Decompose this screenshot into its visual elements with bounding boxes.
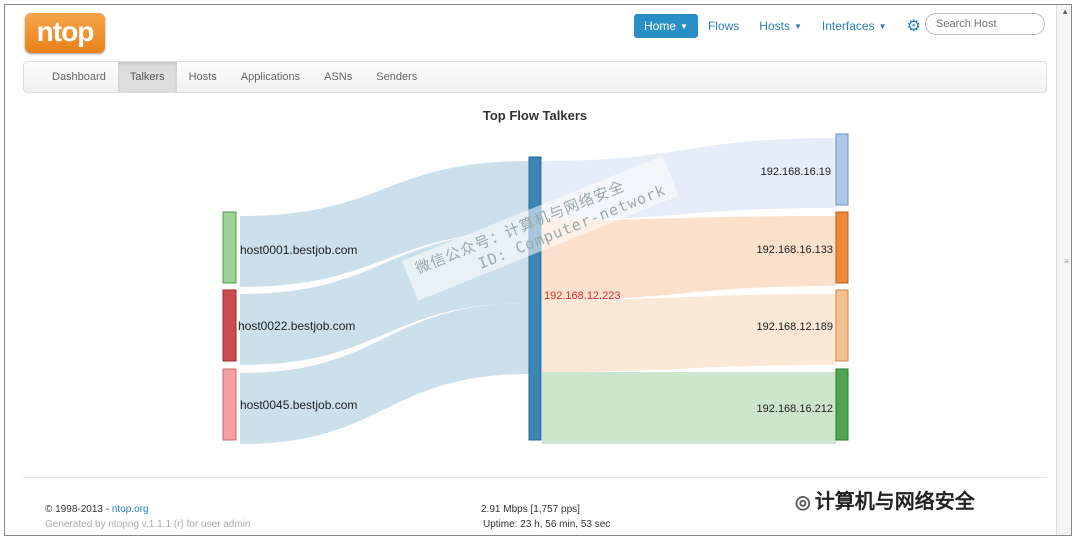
- copyright: © 1998-2013 - ntop.org: [45, 504, 149, 515]
- scrollbar[interactable]: ▲ ≡: [1056, 5, 1071, 535]
- label-host0001: host0001.bestjob.com: [240, 243, 357, 257]
- node-192-168-12-189[interactable]: [835, 289, 849, 362]
- flow-target-12-189[interactable]: [542, 294, 836, 372]
- generated-by: Generated by ntopng v.1.1.1 (r) for user…: [45, 519, 251, 530]
- node-host0001[interactable]: [222, 211, 237, 284]
- label-192-168-16-19: 192.168.16.19: [761, 166, 831, 178]
- label-host0045: host0045.bestjob.com: [240, 398, 357, 412]
- node-192-168-12-223[interactable]: [528, 156, 542, 441]
- footer-divider: [23, 477, 1047, 478]
- label-192-168-16-212: 192.168.16.212: [757, 403, 833, 415]
- browser-frame: ntop Home▼ Flows Hosts▼ Interfaces▼ ⚙▼ D…: [4, 4, 1072, 536]
- scroll-grip-icon[interactable]: ≡: [1064, 257, 1069, 266]
- label-host0022: host0022.bestjob.com: [238, 319, 355, 333]
- wechat-icon: ◎: [795, 492, 811, 512]
- copyright-text: © 1998-2013 -: [45, 504, 112, 515]
- node-192-168-16-19[interactable]: [835, 133, 849, 206]
- scroll-up-icon[interactable]: ▲: [1061, 7, 1069, 16]
- ntop-org-link[interactable]: ntop.org: [112, 504, 149, 515]
- node-192-168-16-133[interactable]: [835, 211, 849, 284]
- uptime: Uptime: 23 h, 56 min, 53 sec: [483, 519, 611, 530]
- label-192-168-12-223: 192.168.12.223: [544, 290, 620, 302]
- label-192-168-12-189: 192.168.12.189: [757, 321, 833, 333]
- node-host0022[interactable]: [222, 289, 237, 362]
- watermark-corner-text: 计算机与网络安全: [814, 491, 975, 513]
- throughput-rate: 2.91 Mbps [1,757 pps]: [481, 504, 580, 515]
- watermark-corner: ◎ 计算机与网络安全: [791, 485, 979, 514]
- node-host0045[interactable]: [222, 368, 237, 441]
- label-192-168-16-133: 192.168.16.133: [757, 244, 833, 256]
- node-192-168-16-212[interactable]: [835, 368, 849, 441]
